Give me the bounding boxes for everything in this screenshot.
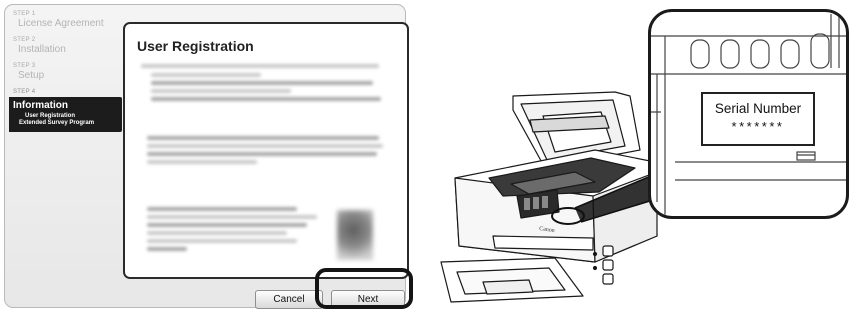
step-number: STEP 2 [13, 37, 36, 43]
blurred-image [337, 210, 373, 260]
blurred-text-line [147, 239, 297, 243]
step-information: Information [13, 100, 68, 111]
active-step-block: Information User Registration Extended S… [9, 97, 122, 132]
blurred-text-line [147, 223, 307, 227]
page-title: User Registration [137, 38, 254, 54]
blurred-text-line [151, 97, 381, 101]
step-installation: Installation [18, 44, 66, 55]
step-setup: Setup [18, 70, 45, 81]
blurred-text-line [151, 89, 291, 93]
sub-step-user-registration: User Registration [25, 113, 76, 119]
blurred-text-line [147, 152, 377, 156]
step-number: STEP 1 [13, 11, 36, 17]
blurred-text-line [147, 144, 383, 148]
serial-number-value: ******* [731, 119, 785, 134]
serial-number-title: Serial Number [714, 101, 802, 116]
blurred-text-line [141, 64, 379, 68]
blurred-text-line [147, 160, 257, 164]
blurred-text-line [151, 73, 261, 77]
blurred-text-line [147, 231, 287, 235]
serial-zoom-callout: Serial Number ******* [648, 9, 849, 219]
serial-number-label: Serial Number ******* [701, 92, 815, 146]
step-license-agreement: License Agreement [18, 18, 104, 29]
next-button-highlight [315, 268, 413, 309]
content-panel: User Registration [123, 22, 409, 279]
step-number: STEP 3 [13, 63, 36, 69]
blurred-text-line [147, 215, 317, 219]
blurred-text-line [151, 81, 373, 85]
blurred-text-line [147, 207, 297, 211]
step-navigation: STEP 1 License Agreement STEP 2 Installa… [9, 11, 122, 132]
cancel-button[interactable]: Cancel [255, 290, 323, 309]
sub-step-extended-survey: Extended Survey Program [19, 120, 95, 126]
step-number: STEP 4 [13, 89, 36, 95]
blurred-text-line [147, 247, 187, 251]
blurred-text-line [147, 136, 379, 140]
installer-window: STEP 1 License Agreement STEP 2 Installa… [4, 4, 409, 309]
